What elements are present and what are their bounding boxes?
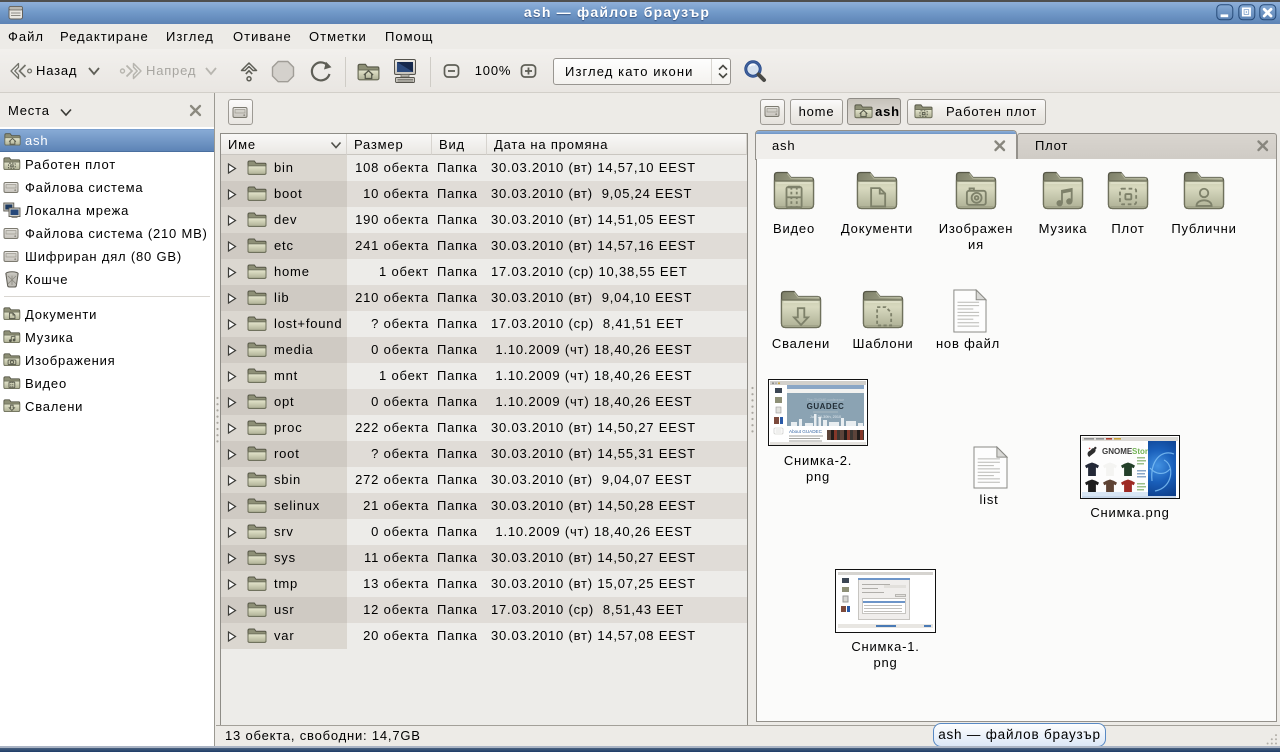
svg-text:GUADEC: GUADEC (807, 402, 845, 411)
svg-text:GNOME: GNOME (1102, 447, 1133, 456)
svg-text:About GUADEC: About GUADEC (789, 429, 823, 434)
